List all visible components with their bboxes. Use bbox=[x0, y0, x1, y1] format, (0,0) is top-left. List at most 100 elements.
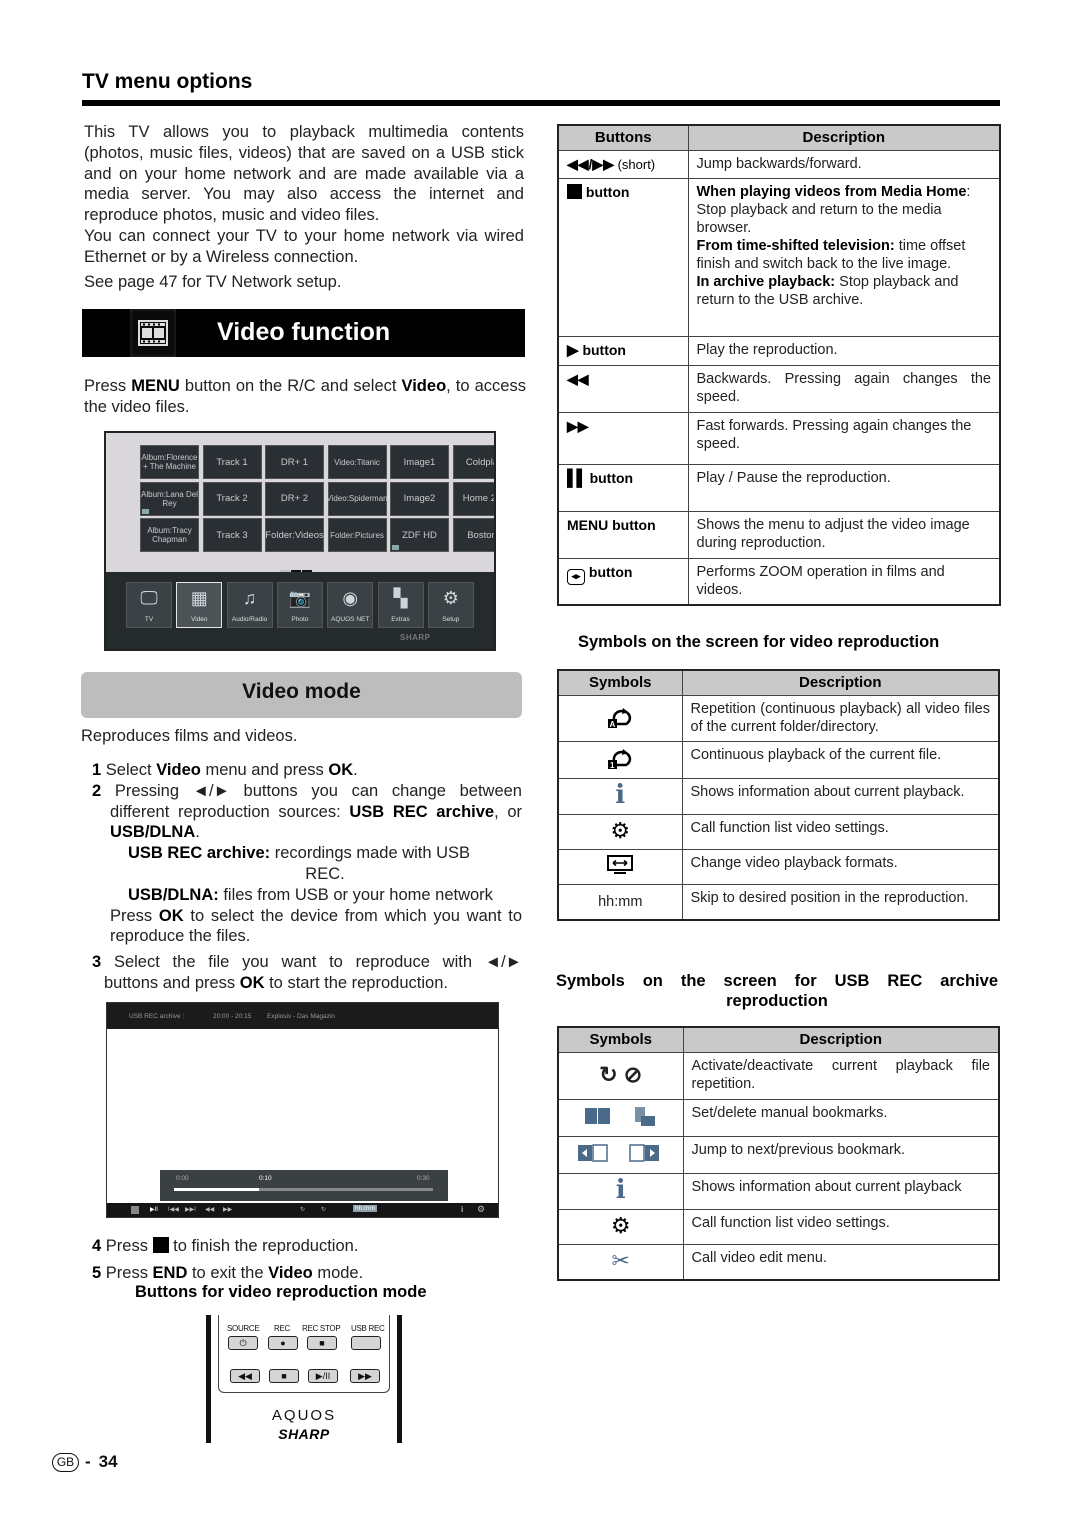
skip-back-icon[interactable]: I◀◀ bbox=[168, 1206, 179, 1213]
keyword: USB REC archive bbox=[349, 802, 495, 821]
repeat-one-icon[interactable]: ↻ bbox=[321, 1206, 326, 1213]
intro-text: This TV allows you to playback multimedi… bbox=[84, 122, 524, 268]
media-tile-label: Track 1 bbox=[216, 456, 248, 468]
text: button bbox=[585, 184, 630, 200]
bookmark-jump-icon bbox=[576, 1144, 666, 1169]
gear-icon[interactable]: ⚙ bbox=[477, 1204, 485, 1215]
media-tile-label: Coldpla bbox=[465, 456, 496, 468]
text: button bbox=[588, 564, 633, 580]
svg-text:1: 1 bbox=[610, 761, 615, 770]
camera-icon: 📷 bbox=[288, 587, 312, 608]
media-tile[interactable]: DR+ 1 bbox=[265, 445, 324, 479]
video-function-title: Video function bbox=[217, 318, 391, 346]
description-cell: Jump to next/previous bookmark. bbox=[682, 1136, 1000, 1174]
media-tile-label: ZDF HD bbox=[402, 529, 437, 541]
time-end: 0:30 bbox=[417, 1175, 430, 1182]
menu-tile-aquos-net[interactable]: ◉ AQUOS NET bbox=[327, 582, 374, 628]
media-tile[interactable]: Track 1 bbox=[202, 445, 262, 479]
menu-tile-tv[interactable]: 🖵 TV bbox=[126, 582, 172, 628]
media-tile[interactable]: Folder:Videos bbox=[265, 518, 324, 552]
media-tile[interactable]: Video:Titanic bbox=[327, 445, 387, 479]
repeat-toggle-icon: ↻ ⊘ bbox=[599, 1062, 643, 1087]
video-mode-subtitle: Reproduces films and videos. bbox=[81, 727, 298, 745]
fast-forward-icon[interactable]: ▶▶ bbox=[223, 1206, 232, 1213]
progress-fill bbox=[174, 1188, 260, 1191]
media-tile[interactable]: Folder:Pictures bbox=[327, 518, 387, 552]
menu-tile-label: AQUOS NET bbox=[331, 616, 370, 623]
button-cell: ▶▶ bbox=[557, 412, 689, 465]
info-icon[interactable]: i bbox=[461, 1205, 463, 1214]
text: recordings made with USB bbox=[270, 844, 471, 863]
hhmm-button[interactable]: hh:mm bbox=[353, 1205, 377, 1212]
media-tile[interactable]: ZDF HD bbox=[390, 518, 449, 552]
remote-label-source: SOURCE bbox=[227, 1324, 260, 1333]
repeat-all-icon[interactable]: ↻ bbox=[300, 1206, 305, 1213]
media-tile-label: Folder:Pictures bbox=[330, 530, 384, 540]
usb-dlna-note: USB/DLNA: files from USB or your home ne… bbox=[92, 885, 522, 906]
table-row: Set/delete manual bookmarks. bbox=[557, 1099, 1000, 1137]
player-control-bar: ▶II I◀◀ ▶▶I ◀◀ ▶▶ ↻ ↻ hh:mm i ⚙ bbox=[107, 1203, 498, 1217]
menu-tile-label: Photo bbox=[291, 616, 309, 623]
media-tile-label: Image1 bbox=[403, 456, 436, 468]
media-tile[interactable]: DR+ 2 bbox=[265, 481, 324, 516]
table-row: Change video playback formats. bbox=[557, 849, 1000, 885]
media-tile[interactable]: Video:Spiderman bbox=[326, 481, 388, 516]
info-icon: i bbox=[615, 1175, 626, 1205]
rewind-icon[interactable]: ◀◀ bbox=[205, 1206, 214, 1213]
symbol-cell: hh:mm bbox=[557, 884, 683, 920]
table-header-row: Symbols Description bbox=[557, 1026, 1000, 1053]
page-footer: GB - 34 bbox=[52, 1452, 118, 1472]
keyword: END bbox=[152, 1264, 188, 1282]
symbol-cell: 1 bbox=[557, 741, 683, 779]
player-progress-panel: 0:00 0:10 0:30 bbox=[160, 1170, 448, 1201]
remote-stop-button: ■ bbox=[269, 1369, 299, 1383]
description-cell: When playing videos from Media Home: Sto… bbox=[687, 178, 1001, 337]
step-4: 4 Press to finish the reproduction. bbox=[92, 1233, 363, 1260]
media-tile-label: Track 2 bbox=[216, 493, 248, 504]
table-row: ◀◀ Backwards. Pressing again changes the… bbox=[557, 365, 1001, 413]
symbol-cell bbox=[557, 849, 683, 885]
media-tile[interactable]: Home 20 bbox=[452, 481, 496, 516]
gear-icon: ⚙ bbox=[610, 1213, 631, 1238]
media-tile[interactable]: Boston bbox=[452, 518, 494, 552]
button-cell: MENU button bbox=[557, 511, 689, 559]
progress-track[interactable] bbox=[174, 1188, 433, 1191]
keyword: In archive playback: bbox=[696, 274, 836, 290]
menu-tile-setup[interactable]: ⚙ Setup bbox=[427, 582, 474, 628]
media-tile[interactable]: Track 3 bbox=[202, 518, 262, 552]
region-badge: GB bbox=[52, 1452, 79, 1472]
media-tile[interactable]: Coldpla bbox=[452, 445, 496, 479]
time-start: 0:00 bbox=[176, 1175, 189, 1182]
buttons-table: Buttons Description ◀◀/▶▶ (short) Jump b… bbox=[557, 124, 1001, 606]
player-source: USB REC archive : bbox=[129, 1013, 185, 1020]
media-tile[interactable]: Album:Tracy Chapman bbox=[140, 518, 199, 552]
table-row: ▶▶ Fast forwards. Pressing again changes… bbox=[557, 412, 1001, 465]
menu-tile-audio-radio[interactable]: ♫ Audio/Radio bbox=[226, 582, 273, 628]
media-tile[interactable]: Image1 bbox=[390, 445, 449, 479]
remote-source-button: ⏻ bbox=[228, 1336, 258, 1350]
media-tile-label: Home 20 bbox=[462, 493, 496, 504]
video-mode-title: Video mode bbox=[242, 680, 361, 703]
player-info-bar: USB REC archive : 20:00 - 20:15 Explosiv… bbox=[107, 1003, 498, 1029]
media-tile[interactable]: Track 2 bbox=[202, 481, 262, 516]
play-pause-icon[interactable]: ▶II bbox=[150, 1206, 158, 1213]
skip-forward-icon[interactable]: ▶▶I bbox=[185, 1206, 196, 1213]
menu-tile-label: Setup bbox=[442, 616, 460, 623]
description-cell: Backwards. Pressing again changes the sp… bbox=[687, 365, 1001, 413]
menu-tile-photo[interactable]: 📷 Photo bbox=[276, 582, 323, 628]
media-tile-label: Image2 bbox=[403, 493, 436, 504]
button-cell: ▶ button bbox=[557, 336, 689, 366]
media-tile[interactable]: Image2 bbox=[390, 481, 449, 516]
text: to exit the bbox=[187, 1264, 269, 1282]
text: . bbox=[353, 761, 358, 779]
play-flag-icon bbox=[142, 508, 149, 514]
step-number: 2 bbox=[92, 781, 102, 800]
tv-media-browser-screenshot: Album:Florence + The Machine Track 1 DR+ 1… bbox=[104, 431, 496, 651]
music-note-icon: ♫ bbox=[242, 587, 257, 608]
stop-icon[interactable] bbox=[131, 1206, 139, 1214]
media-tile[interactable]: Album:Lana Del Rey bbox=[140, 481, 199, 516]
menu-tile-extras[interactable]: ▚ Extras bbox=[377, 582, 424, 628]
menu-tile-video[interactable]: ▦ Video bbox=[176, 582, 223, 628]
step-1: 1 Select Video menu and press OK. bbox=[92, 760, 522, 781]
media-tile[interactable]: Album:Florence + The Machine bbox=[140, 445, 199, 479]
